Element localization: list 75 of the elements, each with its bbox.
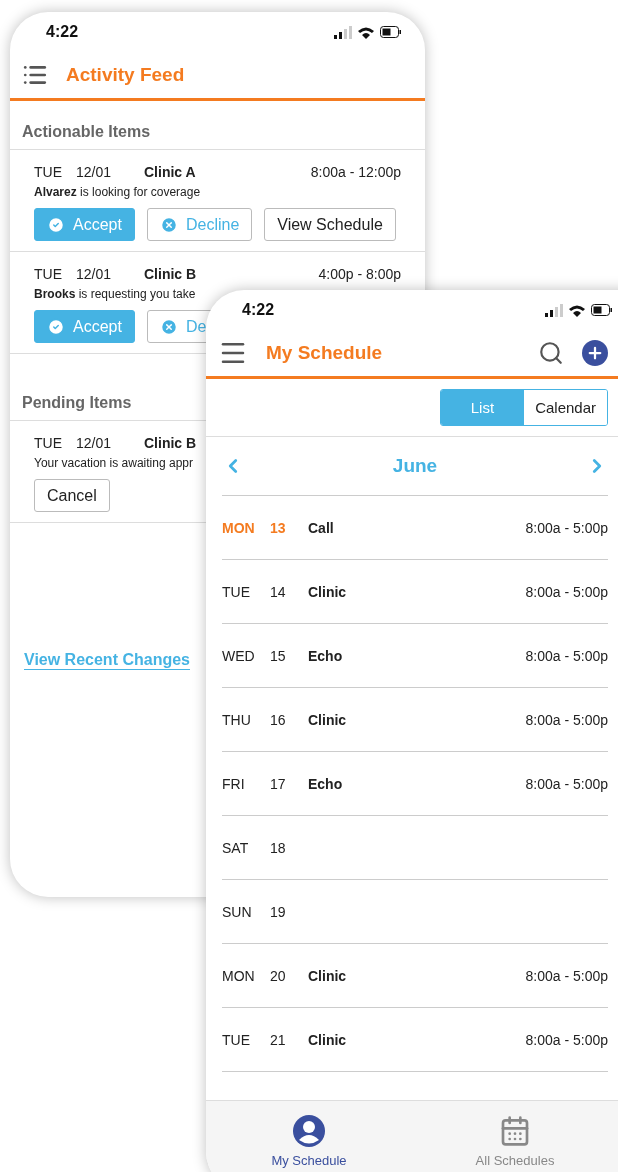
shift-name: Clinic: [308, 583, 348, 600]
plain-button[interactable]: Cancel: [34, 479, 110, 512]
month-label: June: [392, 455, 438, 477]
item-date: 12/01: [76, 266, 113, 282]
item-day: TUE: [34, 435, 76, 451]
day-number: 20: [270, 967, 287, 984]
shift-name: Clinic: [308, 711, 348, 728]
section-heading: Actionable Items: [10, 101, 425, 150]
shift-name: Call: [308, 519, 335, 536]
day-name: WED: [222, 647, 256, 664]
tab-bar-item[interactable]: All Schedules: [412, 1101, 618, 1172]
day-name: MON: [222, 967, 256, 984]
item-time: 8:00a - 12:00p: [310, 164, 401, 180]
calendar-icon: [499, 1115, 531, 1147]
day-name: MON: [222, 519, 256, 536]
screen-title: Activity Feed: [66, 64, 186, 86]
battery-icon: [380, 26, 401, 38]
item-location: Clinic B: [144, 266, 198, 282]
day-name: SAT: [222, 839, 250, 856]
day-name: TUE: [222, 1031, 251, 1048]
shift-time: 8:00a - 5:00p: [525, 583, 608, 600]
day-number: 18: [270, 839, 287, 856]
recent-changes-link[interactable]: View Recent Changes: [24, 651, 190, 669]
shift-time: 8:00a - 5:00p: [525, 775, 608, 792]
tab-bar-item[interactable]: My Schedule: [206, 1101, 412, 1172]
item-message: Your vacation is awaiting appr: [34, 456, 193, 470]
wifi-icon: [358, 25, 374, 39]
wifi-icon: [569, 303, 585, 317]
decline-button[interactable]: Decline: [146, 208, 253, 241]
status-time: 4:22: [46, 23, 79, 41]
day-number: 14: [270, 583, 287, 600]
check-icon: [47, 317, 65, 336]
plain-button[interactable]: View Schedule: [264, 208, 396, 241]
shift-time: 8:00a - 5:00p: [525, 647, 608, 664]
close-icon: [159, 317, 178, 336]
signal-icon: [545, 303, 563, 317]
item-day: TUE: [34, 164, 76, 180]
day-number: 15: [270, 647, 287, 664]
shift-time: 8:00a - 5:00p: [525, 519, 608, 536]
item-day: TUE: [34, 266, 76, 282]
item-time: 4:00p - 8:00p: [318, 266, 401, 282]
check-icon: [47, 215, 65, 234]
add-button[interactable]: [582, 340, 608, 366]
shift-name: Clinic: [308, 1031, 348, 1048]
shift-name: Clinic: [308, 967, 348, 984]
day-number: 21: [270, 1031, 287, 1048]
search-icon[interactable]: [538, 340, 564, 366]
day-number: 16: [270, 711, 287, 728]
item-location: Clinic A: [144, 164, 197, 180]
shift-time: 8:00a - 5:00p: [525, 1031, 608, 1048]
shift-name: Echo: [308, 647, 344, 664]
item-location: Clinic B: [144, 435, 198, 451]
day-name: THU: [222, 711, 252, 728]
shift-name: Echo: [308, 775, 344, 792]
accept-button[interactable]: Accept: [34, 310, 135, 343]
shift-time: 8:00a - 5:00p: [525, 711, 608, 728]
view-tab[interactable]: List: [440, 390, 525, 425]
item-message: Brooks is requesting you take: [34, 287, 196, 301]
day-number: 19: [270, 903, 287, 920]
plus-icon: [586, 344, 604, 362]
day-name: SUN: [222, 903, 253, 920]
item-message: Alvarez is looking for coverage: [34, 185, 201, 199]
signal-icon: [334, 25, 352, 39]
status-time: 4:22: [242, 301, 275, 319]
shift-time: 8:00a - 5:00p: [525, 967, 608, 984]
accept-button[interactable]: Accept: [34, 208, 135, 241]
item-date: 12/01: [76, 435, 113, 451]
day-name: TUE: [222, 583, 251, 600]
item-date: 12/01: [76, 164, 113, 180]
day-name: FRI: [222, 775, 246, 792]
battery-icon: [591, 304, 612, 316]
day-number: 13: [270, 519, 287, 536]
day-number: 17: [270, 775, 287, 792]
close-icon: [159, 215, 178, 234]
person-icon: [293, 1115, 325, 1147]
